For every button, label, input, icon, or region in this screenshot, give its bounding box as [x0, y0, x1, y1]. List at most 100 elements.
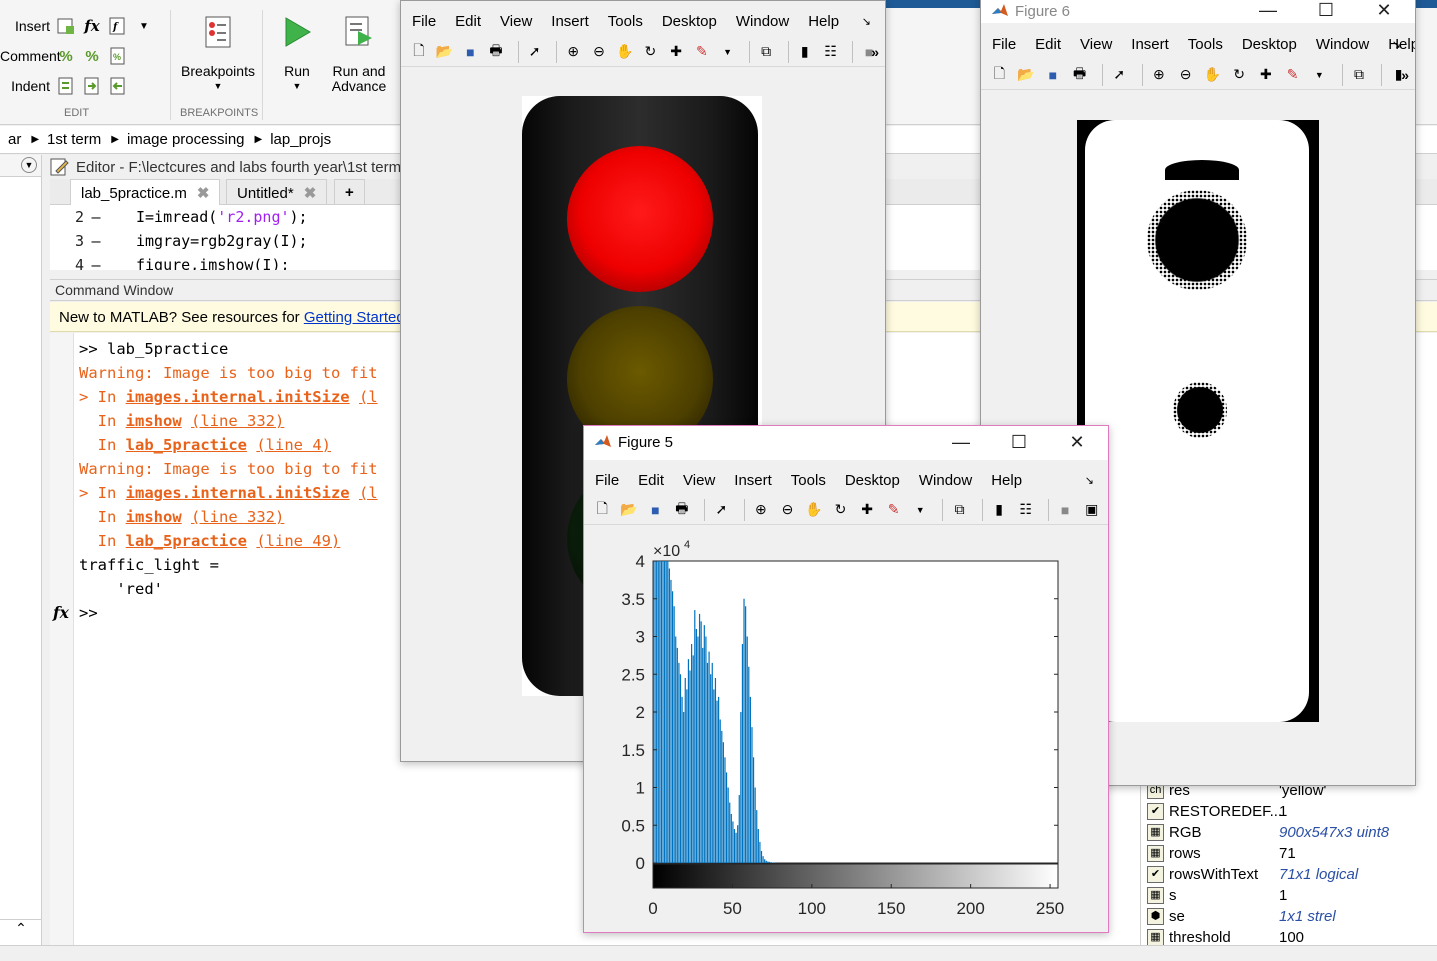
- getting-started-link[interactable]: Getting Started: [304, 309, 405, 326]
- menu-window[interactable]: Window: [919, 472, 972, 489]
- zoom-out-icon[interactable]: ⊖: [1175, 64, 1196, 86]
- breadcrumb-item[interactable]: 1st term: [47, 131, 101, 148]
- zoom-in-icon[interactable]: ⊕: [563, 41, 583, 63]
- open-file-icon[interactable]: 📂: [619, 499, 640, 521]
- menu-file[interactable]: File: [595, 472, 619, 489]
- menu-help[interactable]: Help: [991, 472, 1022, 489]
- rotate-icon[interactable]: ↻: [641, 41, 661, 63]
- link-plot-icon[interactable]: ⧉: [949, 499, 970, 521]
- dock-arrow-icon[interactable]: ↘: [1085, 474, 1094, 487]
- legend-icon[interactable]: ☷: [821, 41, 841, 63]
- menu-tools[interactable]: Tools: [608, 13, 643, 30]
- breadcrumb-item[interactable]: ar: [8, 131, 21, 148]
- fx-icon[interactable]: fx: [82, 16, 102, 36]
- save-icon[interactable]: ■: [460, 41, 480, 63]
- link-plot-icon[interactable]: ⧉: [756, 41, 776, 63]
- stack-function-link[interactable]: lab_5practice: [126, 532, 247, 550]
- data-cursor-icon[interactable]: ✚: [1255, 64, 1276, 86]
- menu-insert[interactable]: Insert: [734, 472, 772, 489]
- ribbon-row-comment[interactable]: Comment % % %: [0, 46, 128, 66]
- stack-function-link[interactable]: images.internal.initSize: [126, 388, 350, 406]
- menu-desktop[interactable]: Desktop: [1242, 36, 1297, 53]
- breadcrumb-item[interactable]: image processing: [127, 131, 245, 148]
- colorbar-icon[interactable]: ▮: [989, 499, 1010, 521]
- pan-hand-icon[interactable]: ✋: [1202, 64, 1223, 86]
- colorbar-icon[interactable]: ▮: [795, 41, 815, 63]
- menu-desktop[interactable]: Desktop: [845, 472, 900, 489]
- figure-6-titlebar[interactable]: Figure 6 — ☐ ✕: [981, 0, 1415, 23]
- breakpoint-dash[interactable]: –: [84, 208, 108, 226]
- tab-lab-5practice[interactable]: lab_5practice.m ✖: [70, 179, 221, 205]
- menu-file[interactable]: File: [992, 36, 1016, 53]
- edit-plot-arrow-icon[interactable]: ➚: [525, 41, 545, 63]
- menu-insert[interactable]: Insert: [1131, 36, 1169, 53]
- chevron-down-icon[interactable]: ▼: [910, 499, 931, 521]
- menu-window[interactable]: Window: [736, 13, 789, 30]
- command-prompt[interactable]: >>: [79, 601, 98, 625]
- function-icon[interactable]: f: [108, 16, 128, 36]
- close-icon[interactable]: ✖: [304, 185, 317, 202]
- menu-window[interactable]: Window: [1316, 36, 1369, 53]
- run-button[interactable]: Run ▼: [272, 15, 322, 94]
- menu-tools[interactable]: Tools: [1188, 36, 1223, 53]
- menu-insert[interactable]: Insert: [551, 13, 589, 30]
- wrap-comment-icon[interactable]: %: [108, 46, 128, 66]
- breadcrumb-item[interactable]: lap_projs: [270, 131, 331, 148]
- workspace-row[interactable]: ⬢ se 1x1 strel: [1141, 906, 1437, 927]
- stack-line-link[interactable]: (line 332): [191, 508, 284, 526]
- brush-icon[interactable]: ✎: [1282, 64, 1303, 86]
- menu-help[interactable]: Help: [808, 13, 839, 30]
- stack-line-link[interactable]: (l: [359, 484, 378, 502]
- zoom-in-icon[interactable]: ⊕: [1149, 64, 1170, 86]
- toolbar-overflow-icon[interactable]: »: [871, 44, 879, 60]
- stack-function-link[interactable]: imshow: [126, 508, 182, 526]
- open-file-icon[interactable]: 📂: [1016, 64, 1037, 86]
- menu-edit[interactable]: Edit: [638, 472, 664, 489]
- close-icon[interactable]: ✕: [1054, 426, 1100, 460]
- stack-line-link[interactable]: (l: [359, 388, 378, 406]
- chevron-down-icon[interactable]: ▼: [1309, 64, 1330, 86]
- print-icon[interactable]: 🖶: [1069, 64, 1090, 86]
- brush-icon[interactable]: ✎: [692, 41, 712, 63]
- zoom-out-icon[interactable]: ⊖: [589, 41, 609, 63]
- menu-edit[interactable]: Edit: [1035, 36, 1061, 53]
- stack-function-link[interactable]: imshow: [126, 412, 182, 430]
- fx-icon[interactable]: fx: [53, 601, 69, 625]
- menu-view[interactable]: View: [500, 13, 532, 30]
- breakpoint-dash[interactable]: –: [84, 232, 108, 250]
- workspace-row[interactable]: ✔ RESTOREDEF... 1: [1141, 801, 1437, 822]
- stack-function-link[interactable]: lab_5practice: [126, 436, 247, 454]
- zoom-in-icon[interactable]: ⊕: [751, 499, 772, 521]
- minimize-icon[interactable]: —: [1245, 0, 1291, 28]
- brush-icon[interactable]: ✎: [883, 499, 904, 521]
- smart-indent-icon[interactable]: [56, 76, 76, 96]
- uncomment-icon[interactable]: %: [82, 46, 102, 66]
- show-plot-tools-icon[interactable]: ▣: [1081, 499, 1102, 521]
- chevron-down-icon[interactable]: ▼: [180, 79, 256, 94]
- workspace-row[interactable]: ▦ s 1: [1141, 885, 1437, 906]
- menu-file[interactable]: File: [412, 13, 436, 30]
- pan-hand-icon[interactable]: ✋: [615, 41, 635, 63]
- dock-arrow-icon[interactable]: ↘: [862, 15, 871, 28]
- data-cursor-icon[interactable]: ✚: [857, 499, 878, 521]
- pan-hand-icon[interactable]: ✋: [804, 499, 825, 521]
- dock-arrow-icon[interactable]: ↘: [1392, 38, 1401, 51]
- close-icon[interactable]: ✕: [1361, 0, 1407, 28]
- decrease-indent-icon[interactable]: [108, 76, 128, 96]
- menu-edit[interactable]: Edit: [455, 13, 481, 30]
- print-icon[interactable]: 🖶: [672, 499, 693, 521]
- ribbon-row-insert[interactable]: Insert fx f ▼: [0, 16, 154, 36]
- zoom-out-icon[interactable]: ⊖: [777, 499, 798, 521]
- comment-percent-icon[interactable]: %: [56, 46, 76, 66]
- save-icon[interactable]: ■: [645, 499, 666, 521]
- chevron-down-icon[interactable]: ▼: [272, 79, 322, 94]
- menu-desktop[interactable]: Desktop: [662, 13, 717, 30]
- chevron-down-icon[interactable]: ▼: [718, 41, 738, 63]
- increase-indent-icon[interactable]: [82, 76, 102, 96]
- figure-5-window[interactable]: Figure 5 — ☐ ✕ File Edit View Insert Tools De…: [583, 425, 1109, 933]
- add-tab-button[interactable]: +: [334, 179, 365, 205]
- minimize-icon[interactable]: —: [938, 426, 984, 460]
- menu-tools[interactable]: Tools: [791, 472, 826, 489]
- rotate-icon[interactable]: ↻: [1229, 64, 1250, 86]
- menu-view[interactable]: View: [683, 472, 715, 489]
